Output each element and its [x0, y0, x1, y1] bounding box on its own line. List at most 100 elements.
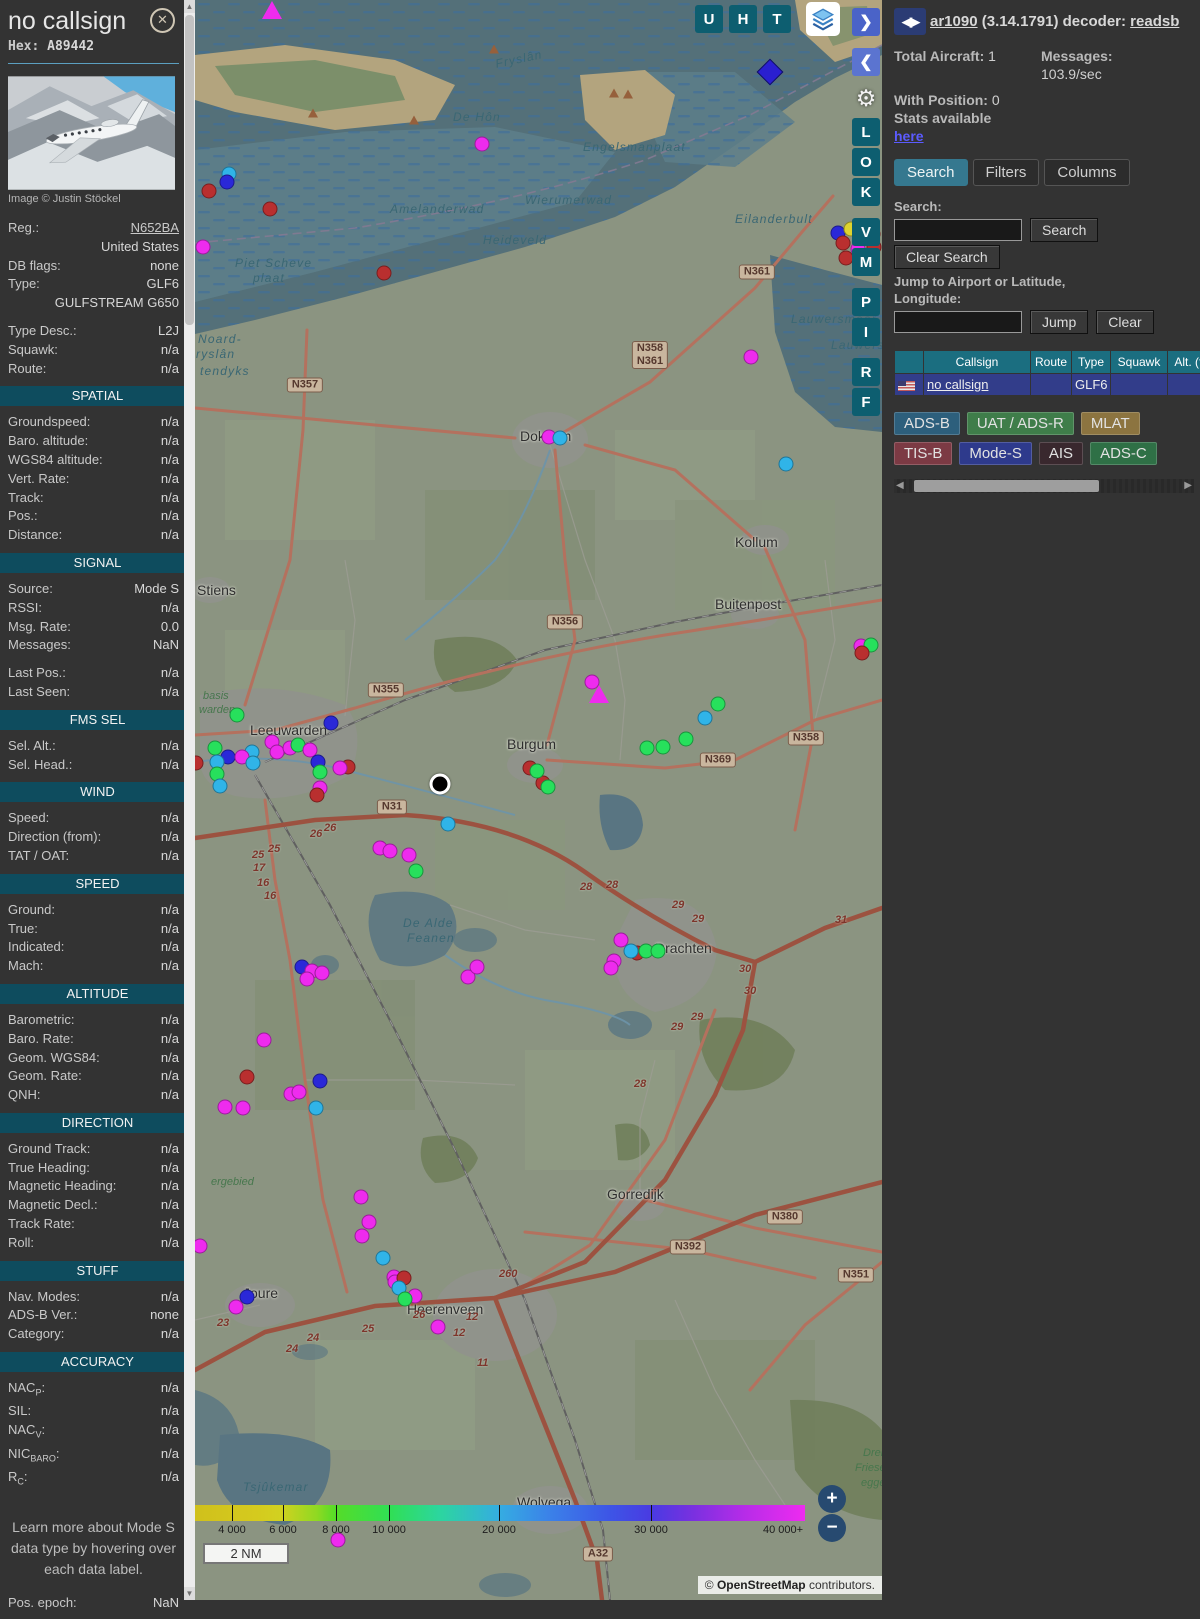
- table-row[interactable]: no callsign GLF6 ?: [895, 374, 1200, 395]
- map-button-h[interactable]: H: [729, 5, 757, 33]
- jump-button[interactable]: Jump: [1030, 310, 1089, 334]
- aircraft-position-dot[interactable]: [235, 1100, 251, 1116]
- aircraft-position-dot[interactable]: [401, 847, 417, 863]
- search-button[interactable]: Search: [1030, 218, 1099, 242]
- aircraft-position-dot[interactable]: [361, 1214, 377, 1230]
- aircraft-triangle-marker[interactable]: [589, 685, 609, 703]
- aircraft-position-dot[interactable]: [655, 739, 671, 755]
- jump-input[interactable]: [894, 311, 1022, 333]
- map-button-l[interactable]: L: [852, 118, 880, 146]
- aircraft-position-dot[interactable]: [245, 755, 261, 771]
- column-header[interactable]: Callsign: [924, 351, 1030, 373]
- aircraft-position-dot[interactable]: [376, 265, 392, 281]
- aircraft-position-dot[interactable]: [312, 764, 328, 780]
- aircraft-position-dot[interactable]: [312, 1073, 328, 1089]
- map-button-v[interactable]: V: [852, 218, 880, 246]
- aircraft-position-dot[interactable]: [382, 843, 398, 859]
- aircraft-triangle-marker[interactable]: [262, 1, 282, 19]
- aircraft-position-dot[interactable]: [375, 1250, 391, 1266]
- aircraft-position-dot[interactable]: [603, 960, 619, 976]
- aircraft-position-dot[interactable]: [354, 1228, 370, 1244]
- aircraft-position-dot[interactable]: [474, 136, 490, 152]
- column-header[interactable]: Alt. (ft): [1168, 351, 1200, 373]
- map-canvas[interactable]: LeeuwardenDokkumKollumBuitenpostStiensBu…: [195, 0, 882, 1600]
- aircraft-position-dot[interactable]: [314, 965, 330, 981]
- sidebar-scrollbar[interactable]: ▲ ▼: [184, 0, 195, 1600]
- aircraft-position-dot[interactable]: [440, 816, 456, 832]
- aircraft-position-dot[interactable]: [397, 1291, 413, 1307]
- aircraft-position-dot[interactable]: [229, 707, 245, 723]
- aircraft-position-dot[interactable]: [323, 715, 339, 731]
- aircraft-position-dot[interactable]: [710, 696, 726, 712]
- gear-icon[interactable]: ⚙: [852, 84, 880, 112]
- map-button-r[interactable]: R: [852, 358, 880, 386]
- aircraft-position-dot[interactable]: [540, 779, 556, 795]
- tab-columns[interactable]: Columns: [1044, 159, 1130, 186]
- aircraft-position-dot[interactable]: [778, 456, 794, 472]
- aircraft-position-dot[interactable]: [201, 183, 217, 199]
- aircraft-position-dot[interactable]: [430, 1319, 446, 1335]
- chip-ads-b[interactable]: ADS-B: [894, 412, 960, 435]
- aircraft-position-dot[interactable]: [835, 235, 851, 251]
- hscrollbar-thumb[interactable]: [914, 480, 1099, 492]
- aircraft-position-dot[interactable]: [469, 959, 485, 975]
- map-button-f[interactable]: F: [852, 388, 880, 416]
- scroll-left-icon[interactable]: ◀: [896, 479, 904, 493]
- readsb-link[interactable]: readsb: [1130, 13, 1179, 30]
- map-button-i[interactable]: I: [852, 318, 880, 346]
- table-horizontal-scrollbar[interactable]: ◀ ▶: [894, 479, 1194, 493]
- expand-right-button[interactable]: ❯: [852, 8, 880, 36]
- map-button-t[interactable]: T: [763, 5, 791, 33]
- aircraft-position-dot[interactable]: [639, 740, 655, 756]
- aircraft-position-dot[interactable]: [697, 710, 713, 726]
- column-header[interactable]: Squawk: [1111, 351, 1167, 373]
- aircraft-position-dot[interactable]: [195, 239, 211, 255]
- callsign-cell[interactable]: no callsign: [924, 374, 1030, 395]
- collapse-left-button[interactable]: ❮: [852, 48, 880, 76]
- scroll-up-icon[interactable]: ▲: [184, 0, 195, 13]
- tab-search[interactable]: Search: [894, 159, 968, 186]
- zoom-out-button[interactable]: −: [818, 1514, 846, 1542]
- osm-link[interactable]: OpenStreetMap: [717, 1578, 806, 1592]
- scrollbar-thumb[interactable]: [185, 15, 194, 325]
- chip-mlat[interactable]: MLAT: [1080, 412, 1140, 435]
- column-header[interactable]: Type: [1072, 351, 1110, 373]
- map-button-p[interactable]: P: [852, 288, 880, 316]
- aircraft-position-dot[interactable]: [239, 1069, 255, 1085]
- column-header[interactable]: Route: [1031, 351, 1071, 373]
- aircraft-position-dot[interactable]: [219, 174, 235, 190]
- scroll-down-icon[interactable]: ▼: [184, 1587, 195, 1600]
- aircraft-position-dot[interactable]: [623, 943, 639, 959]
- aircraft-photo[interactable]: [8, 76, 175, 190]
- aircraft-position-dot[interactable]: [228, 1299, 244, 1315]
- aircraft-position-dot[interactable]: [262, 201, 278, 217]
- chip-mode-s[interactable]: Mode-S: [959, 442, 1032, 465]
- aircraft-position-dot[interactable]: [291, 1084, 307, 1100]
- aircraft-position-dot[interactable]: [678, 731, 694, 747]
- aircraft-position-dot[interactable]: [212, 778, 228, 794]
- aircraft-position-dot[interactable]: [650, 943, 666, 959]
- aircraft-position-dot[interactable]: [529, 763, 545, 779]
- panel-collapse-button[interactable]: ◀▶: [894, 8, 926, 35]
- tar1090-link[interactable]: ar1090: [930, 13, 978, 30]
- zoom-in-button[interactable]: +: [818, 1485, 846, 1513]
- clear-search-button[interactable]: Clear Search: [894, 245, 1000, 269]
- column-header[interactable]: [895, 351, 923, 373]
- aircraft-position-dot[interactable]: [854, 645, 870, 661]
- map-button-m[interactable]: M: [852, 248, 880, 276]
- registration-link[interactable]: N652BA: [131, 220, 179, 235]
- aircraft-position-dot[interactable]: [353, 1189, 369, 1205]
- map-button-o[interactable]: O: [852, 148, 880, 176]
- aircraft-position-dot[interactable]: [308, 1100, 324, 1116]
- chip-ads-c[interactable]: ADS-C: [1090, 442, 1157, 465]
- tab-filters[interactable]: Filters: [972, 159, 1040, 186]
- chip-uat-ads-r[interactable]: UAT / ADS-R: [966, 412, 1074, 435]
- chip-ais[interactable]: AIS: [1038, 442, 1084, 465]
- map-button-k[interactable]: K: [852, 178, 880, 206]
- aircraft-position-dot[interactable]: [743, 349, 759, 365]
- layers-button[interactable]: [806, 2, 840, 36]
- jump-clear-button[interactable]: Clear: [1096, 310, 1154, 334]
- scroll-right-icon[interactable]: ▶: [1184, 479, 1192, 493]
- aircraft-position-dot[interactable]: [256, 1032, 272, 1048]
- aircraft-position-dot[interactable]: [299, 971, 315, 987]
